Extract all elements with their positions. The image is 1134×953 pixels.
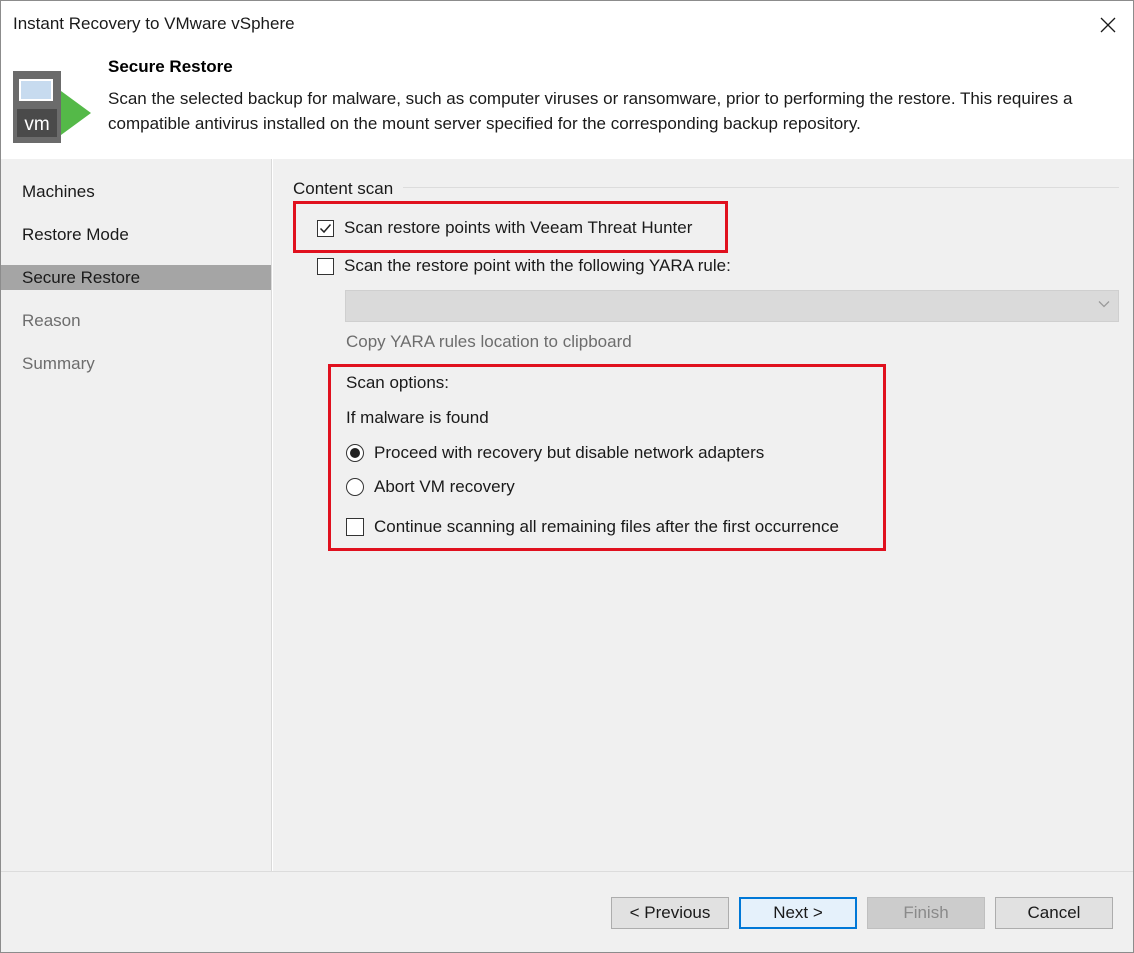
page-description: Scan the selected backup for malware, su…	[108, 89, 1073, 133]
highlight-box-threat-hunter	[293, 201, 728, 253]
finish-button: Finish	[867, 897, 985, 929]
wizard-steps: Machines Restore Mode Secure Restore Rea…	[1, 159, 272, 871]
vm-icon: vm	[13, 71, 91, 143]
yara-checkbox-row[interactable]: Scan the restore point with the followin…	[317, 256, 731, 276]
yara-label: Scan the restore point with the followin…	[344, 256, 731, 275]
step-summary: Summary	[22, 354, 95, 373]
highlight-box-scan-options	[328, 364, 886, 551]
wizard-header: vm Secure Restore Scan the selected back…	[1, 49, 1133, 159]
section-divider	[403, 187, 1119, 188]
content-scan-heading: Content scan	[293, 179, 394, 198]
title-bar: Instant Recovery to VMware vSphere	[1, 1, 1133, 49]
close-button[interactable]	[1083, 1, 1133, 49]
page-title: Secure Restore	[108, 57, 233, 76]
step-restore-mode[interactable]: Restore Mode	[1, 222, 271, 247]
step-secure-restore[interactable]: Secure Restore	[1, 265, 271, 290]
copy-yara-location-link: Copy YARA rules location to clipboard	[346, 332, 632, 351]
step-machines[interactable]: Machines	[1, 179, 271, 204]
close-icon	[1100, 17, 1116, 33]
yara-checkbox[interactable]	[317, 257, 334, 275]
cancel-button[interactable]: Cancel	[995, 897, 1113, 929]
chevron-down-icon	[1098, 301, 1110, 308]
previous-button[interactable]: < Previous	[611, 897, 729, 929]
wizard-window: Instant Recovery to VMware vSphere vm Se…	[0, 0, 1134, 953]
wizard-footer: < Previous Next > Finish Cancel	[1, 871, 1133, 952]
yara-rule-dropdown	[345, 290, 1119, 322]
svg-text:vm: vm	[24, 114, 49, 135]
step-reason: Reason	[22, 311, 81, 330]
next-button[interactable]: Next >	[739, 897, 857, 929]
window-title: Instant Recovery to VMware vSphere	[13, 14, 295, 33]
content-panel: Content scan Scan restore points with Ve…	[273, 159, 1133, 871]
